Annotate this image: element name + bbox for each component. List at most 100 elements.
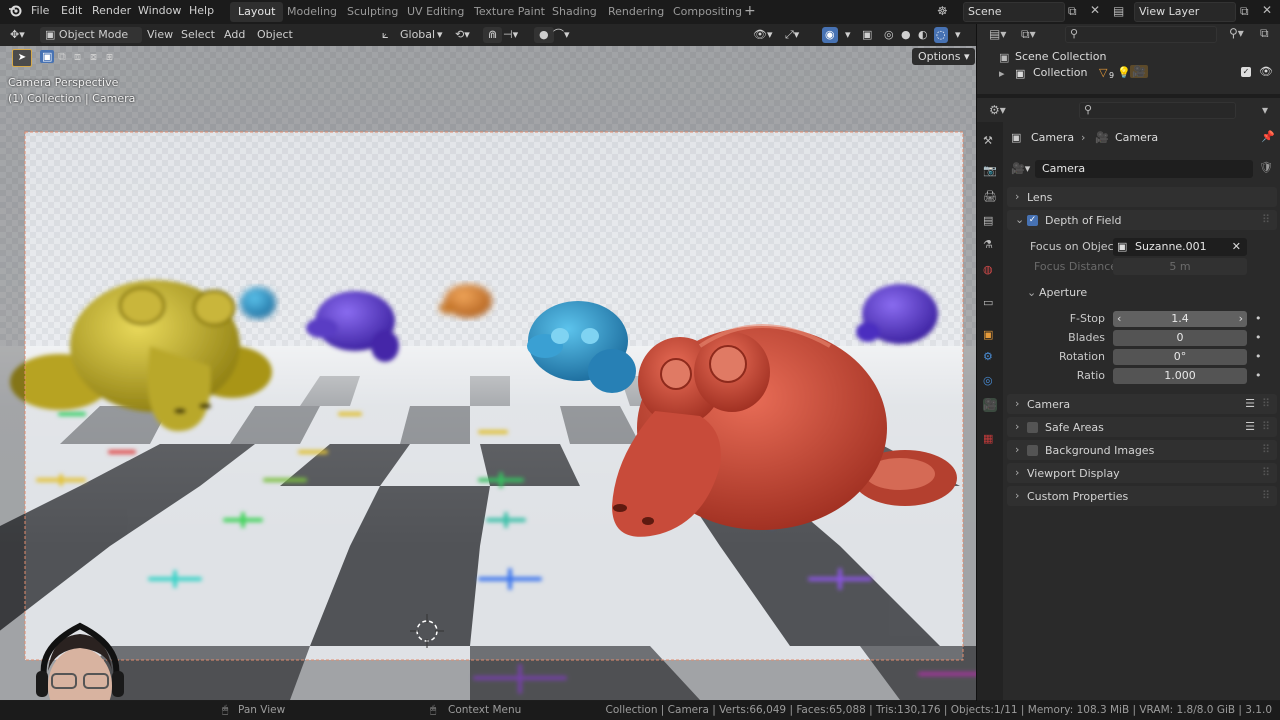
ratio-field[interactable]: 1.000 (1113, 368, 1247, 384)
scene-collection-label[interactable]: Scene Collection (1015, 50, 1106, 63)
visibility-eye-icon[interactable]: 👁 (1259, 65, 1273, 78)
tab-layout[interactable]: Layout (230, 2, 284, 22)
render-tab-icon[interactable]: 📷 (983, 164, 997, 178)
select-mode-subtract-icon[interactable]: ⧈ (74, 50, 81, 64)
physics-tab-icon[interactable]: ◎ (983, 374, 997, 388)
exclude-checkbox[interactable]: ✓ (1241, 67, 1251, 77)
fstop-field[interactable]: ‹ 1.4 › (1113, 311, 1247, 327)
blades-keyframe-dot[interactable]: • (1255, 331, 1262, 344)
xray-icon[interactable]: ▣ (862, 27, 872, 43)
select-mode-intersect-icon[interactable]: ⧆ (106, 50, 113, 64)
delete-view-layer-icon[interactable]: ✕ (1262, 3, 1272, 17)
depth-of-field-checkbox[interactable]: ✓ (1027, 215, 1038, 226)
panel-safe-areas[interactable]: › Safe Areas ☰ ⠿ (1007, 417, 1277, 437)
blender-logo-icon[interactable] (8, 4, 22, 18)
shading-wireframe-icon[interactable]: ◎ (884, 27, 894, 43)
menu-view[interactable]: View (147, 27, 173, 43)
panel-lens[interactable]: › Lens (1007, 187, 1277, 207)
datablock-name-field[interactable]: Camera (1035, 160, 1253, 178)
tool-tab-icon[interactable]: ⚒ (983, 134, 997, 148)
editor-type-icon[interactable]: ✥▾ (10, 27, 25, 43)
drag-handle-icon[interactable]: ⠿ (1262, 420, 1271, 433)
expand-arrow-icon[interactable]: ▸ (999, 67, 1005, 80)
panel-background-images[interactable]: › Background Images ⠿ (1007, 440, 1277, 460)
shading-material-icon[interactable]: ◐ (918, 27, 928, 43)
modifier-tab-icon[interactable]: ⚙ (983, 350, 997, 364)
ratio-keyframe-dot[interactable]: • (1255, 369, 1262, 382)
view-layer-tab-icon[interactable]: ▤ (983, 214, 997, 228)
view-layer-icon[interactable]: ▤ (1113, 4, 1124, 18)
rotation-keyframe-dot[interactable]: • (1255, 350, 1262, 363)
collection-tab-icon[interactable]: ▭ (983, 296, 997, 310)
panel-custom-properties[interactable]: › Custom Properties ⠿ (1007, 486, 1277, 506)
outliner-editor-type-icon[interactable]: ▤▾ (989, 27, 1006, 41)
transform-orientation-dropdown[interactable]: Global (400, 27, 435, 43)
camera-data-tab-icon[interactable]: 🎥 (983, 398, 997, 412)
select-mode-invert-icon[interactable]: ⧇ (90, 50, 97, 64)
aperture-subpanel-title[interactable]: Aperture (1039, 286, 1087, 299)
drag-handle-icon[interactable]: ⠿ (1262, 213, 1271, 226)
menu-object[interactable]: Object (257, 27, 293, 43)
new-collection-icon[interactable]: ⧉ (1260, 26, 1269, 41)
drag-handle-icon[interactable]: ⠿ (1262, 397, 1271, 410)
background-images-checkbox[interactable] (1027, 445, 1038, 456)
new-view-layer-icon[interactable]: ⧉ (1240, 4, 1249, 19)
clear-icon[interactable]: ✕ (1232, 240, 1241, 253)
options-dropdown[interactable]: Options ▾ (912, 48, 976, 65)
fake-user-icon[interactable]: 🛡 (1259, 161, 1273, 174)
tab-shading[interactable]: Shading (544, 2, 605, 22)
pin-icon[interactable]: 📌 (1261, 130, 1275, 143)
tab-sculpting[interactable]: Sculpting (339, 2, 406, 22)
tab-modeling[interactable]: Modeling (279, 2, 345, 22)
tab-uv-editing[interactable]: UV Editing (399, 2, 472, 22)
drag-handle-icon[interactable]: ⠿ (1262, 466, 1271, 479)
scene-tab-icon[interactable]: ⚗ (983, 238, 997, 252)
snap-icon[interactable]: ⋒ (483, 27, 503, 43)
collection-label[interactable]: Collection (1033, 66, 1087, 79)
delete-scene-icon[interactable]: ✕ (1090, 3, 1100, 17)
tab-texture-paint[interactable]: Texture Paint (466, 2, 553, 22)
outliner-display-mode-icon[interactable]: ⧉▾ (1021, 27, 1036, 42)
output-tab-icon[interactable]: 🖨 (983, 190, 997, 204)
falloff-icon[interactable]: ⌒▾ (553, 27, 570, 43)
overlays-dropdown-icon[interactable]: ▾ (845, 27, 851, 43)
snap-target-icon[interactable]: ⊣▾ (503, 27, 518, 43)
properties-editor-type-icon[interactable]: ⚙▾ (989, 103, 1006, 117)
menu-window[interactable]: Window (138, 4, 181, 17)
new-scene-icon[interactable]: ⧉ (1068, 4, 1077, 19)
proportional-edit-icon[interactable]: ● (534, 27, 554, 43)
menu-render[interactable]: Render (92, 4, 131, 17)
chevron-down-icon[interactable]: ▾ (1262, 103, 1268, 117)
focus-object-field[interactable]: ▣ Suzanne.001 ✕ (1113, 238, 1247, 256)
scene-icon[interactable]: ☸ (937, 4, 948, 18)
blades-field[interactable]: 0 (1113, 330, 1247, 346)
safe-areas-checkbox[interactable] (1027, 422, 1038, 433)
texture-tab-icon[interactable]: ▦ (983, 432, 997, 446)
fstop-keyframe-dot[interactable]: • (1255, 312, 1262, 325)
mode-dropdown[interactable]: ▣ Object Mode ▾ (40, 27, 142, 57)
add-workspace-button[interactable]: + (744, 3, 756, 19)
presets-list-icon[interactable]: ☰ (1245, 420, 1255, 433)
tab-compositing[interactable]: Compositing (665, 2, 750, 22)
datablock-browse-icon[interactable]: 🎥▾ (1011, 162, 1030, 175)
world-tab-icon[interactable]: ◍ (983, 263, 997, 277)
shading-dropdown-icon[interactable]: ▾ (955, 27, 961, 43)
menu-add[interactable]: Add (224, 27, 245, 43)
3d-viewport[interactable]: Camera Perspective (1) Collection | Came… (0, 46, 976, 700)
gizmo-icon[interactable]: ⤢▾ (785, 27, 799, 43)
menu-select[interactable]: Select (181, 27, 215, 43)
decrement-arrow-icon[interactable]: ‹ (1117, 311, 1121, 327)
menu-file[interactable]: File (31, 4, 49, 17)
select-tool-icon[interactable]: ➤ (12, 49, 32, 67)
object-tab-icon[interactable]: ▣ (983, 328, 997, 342)
presets-list-icon[interactable]: ☰ (1245, 397, 1255, 410)
outliner-search-input[interactable]: ⚲ (1065, 26, 1217, 43)
shading-solid-icon[interactable]: ● (901, 27, 911, 43)
rotation-field[interactable]: 0° (1113, 349, 1247, 365)
visibility-icon[interactable]: 👁▾ (753, 27, 773, 43)
menu-help[interactable]: Help (189, 4, 214, 17)
menu-edit[interactable]: Edit (61, 4, 82, 17)
drag-handle-icon[interactable]: ⠿ (1262, 489, 1271, 502)
chevron-down-icon[interactable]: ▾ (437, 27, 443, 43)
overlays-icon[interactable]: ◉ (822, 27, 838, 43)
